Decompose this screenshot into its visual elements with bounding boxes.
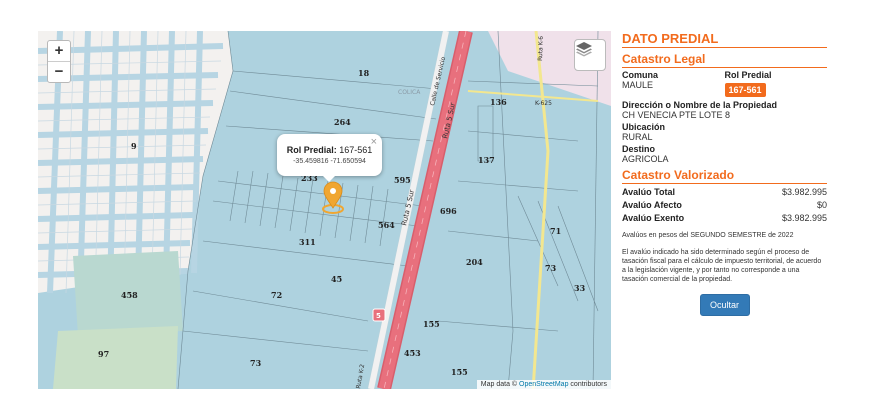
- lot-number: 595: [394, 175, 411, 185]
- road-label: 5: [376, 312, 381, 320]
- green-area-2: [53, 326, 178, 389]
- hide-button[interactable]: Ocultar: [699, 294, 750, 316]
- zoom-control: + −: [47, 40, 71, 83]
- layers-button[interactable]: [574, 39, 606, 71]
- lot-number: 453: [404, 348, 421, 358]
- ubicacion-value: RURAL: [622, 132, 653, 142]
- layers-icon: [576, 42, 592, 57]
- lot-number: 72: [271, 290, 282, 300]
- map-popup: × Rol Predial: 167-561 -35.459816 -71.65…: [277, 134, 382, 182]
- road-label: K-625: [535, 100, 552, 107]
- attribution-suffix: contributors: [570, 381, 607, 388]
- avaluo-exento-row: Avalúo Exento $3.982.995: [622, 213, 827, 223]
- rol-badge: 167-561: [724, 83, 766, 97]
- road-label: Ruta K-2: [355, 363, 366, 389]
- disclaimer-note: El avalúo indicado ha sido determinado s…: [622, 249, 822, 283]
- destino-label: Destino: [622, 144, 656, 154]
- comuna-rol-row: Comuna MAULE Rol Predial 167-561: [622, 68, 827, 98]
- lot-number: 696: [440, 206, 457, 216]
- lot-number: 564: [378, 220, 395, 230]
- lot-number: 97: [98, 349, 109, 359]
- road-label: Ruta 5 Sur: [400, 189, 416, 227]
- zoom-in-button[interactable]: +: [48, 41, 70, 61]
- zoom-out-button[interactable]: −: [48, 61, 70, 82]
- avaluo-afecto-row: Avalúo Afecto $0: [622, 200, 827, 210]
- avaluo-total-row: Avalúo Total $3.982.995: [622, 187, 827, 197]
- avaluo-total-label: Avalúo Total: [622, 187, 676, 197]
- lot-number: 136: [490, 97, 507, 107]
- semester-note: Avalúos en pesos del SEGUNDO SEMESTRE de…: [622, 232, 794, 239]
- avaluo-afecto-label: Avalúo Afecto: [622, 200, 682, 210]
- map[interactable]: 18 264 9 233 595 136 137 696 564 311 45 …: [38, 31, 611, 389]
- lot-number: 9: [131, 141, 137, 151]
- lot-number: 33: [574, 283, 586, 293]
- map-attribution: Map data © OpenStreetMap contributors: [476, 380, 611, 389]
- lot-number: 137: [478, 155, 495, 165]
- lot-number: 73: [545, 263, 557, 273]
- rol-label: Rol Predial: [724, 70, 772, 80]
- location-marker-icon: [322, 181, 344, 214]
- comuna-value: MAULE: [622, 80, 654, 90]
- lot-number: 264: [334, 117, 351, 127]
- popup-title: Rol Predial: 167-561: [277, 145, 382, 155]
- place-label: COLICA: [398, 89, 421, 96]
- direccion-value: CH VENECIA PTE LOTE 8: [622, 110, 731, 120]
- popup-title-value: 167-561: [339, 145, 373, 155]
- road-k6: [531, 31, 550, 389]
- direccion-label: Dirección o Nombre de la Propiedad: [622, 100, 778, 110]
- popup-coords: -35.459816 -71.650594: [293, 158, 366, 165]
- lot-number: 73: [250, 358, 262, 368]
- lot-number: 71: [550, 226, 561, 236]
- road-label: Ruta K-6: [537, 36, 545, 61]
- lot-number: 155: [451, 367, 468, 377]
- legal-section-title: Catastro Legal: [622, 52, 827, 68]
- popup-close-button[interactable]: ×: [371, 136, 377, 148]
- panel-header: DATO PREDIAL: [622, 31, 827, 48]
- popup-title-label: Rol Predial:: [286, 145, 337, 155]
- avaluo-exento-label: Avalúo Exento: [622, 213, 685, 223]
- lot-number: 311: [299, 237, 316, 247]
- map-canvas[interactable]: 18 264 9 233 595 136 137 696 564 311 45 …: [38, 31, 611, 389]
- lot-number: 458: [121, 290, 138, 300]
- valorizado-section-title: Catastro Valorizado: [622, 168, 827, 184]
- lot-number: 204: [466, 257, 483, 267]
- comuna-label: Comuna: [622, 70, 658, 80]
- ubicacion-label: Ubicación: [622, 122, 666, 132]
- lot-number: 18: [358, 68, 370, 78]
- avaluo-afecto-value: $0: [816, 200, 827, 210]
- property-panel: DATO PREDIAL Catastro Legal Comuna MAULE…: [622, 31, 827, 316]
- attribution-prefix: Map data ©: [480, 381, 518, 388]
- destino-value: AGRICOLA: [622, 154, 669, 164]
- openstreetmap-link[interactable]: OpenStreetMap: [519, 381, 568, 388]
- avaluo-total-value: $3.982.995: [781, 187, 827, 197]
- lot-number: 45: [331, 274, 342, 284]
- popup-tip: [322, 175, 336, 182]
- lot-number: 155: [423, 319, 440, 329]
- avaluo-exento-value: $3.982.995: [781, 213, 827, 223]
